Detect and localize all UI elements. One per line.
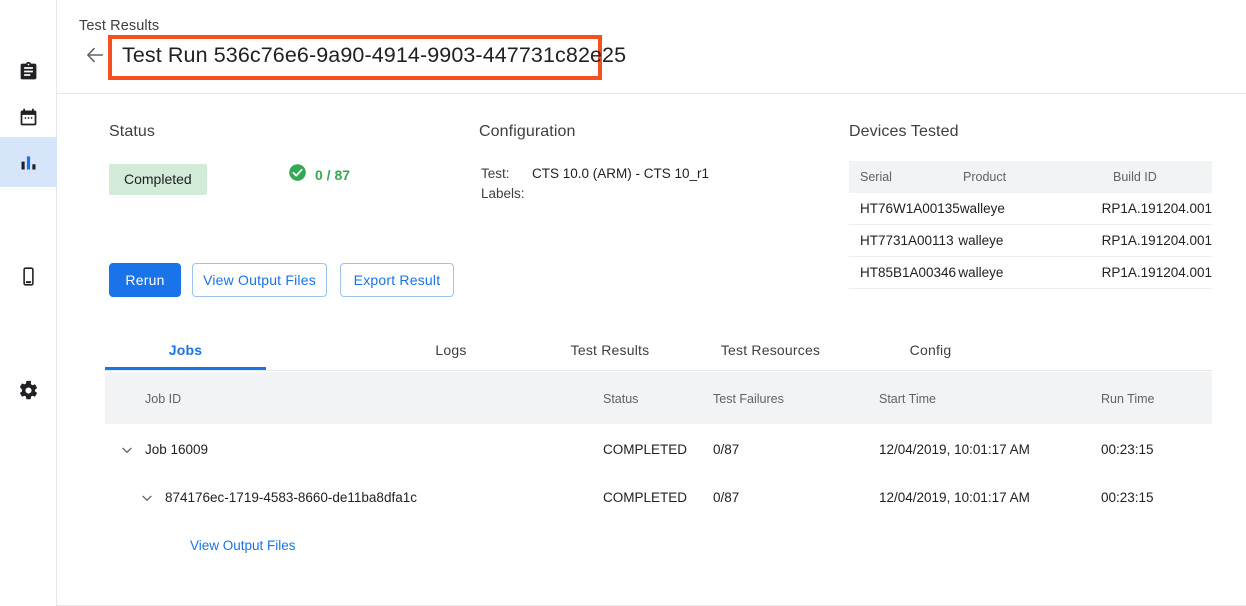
device-product: walleye xyxy=(958,265,1101,280)
pass-count: 0 / 87 xyxy=(315,167,350,183)
table-row: HT7731A00113 walleye RP1A.191204.001 xyxy=(849,225,1212,257)
job-run-time: 00:23:15 xyxy=(1101,490,1154,505)
device-product: walleye xyxy=(960,201,1102,216)
device-product: walleye xyxy=(958,233,1101,248)
device-icon xyxy=(18,266,39,287)
gear-icon xyxy=(18,380,39,401)
table-row: HT76W1A00135 walleye RP1A.191204.001 xyxy=(849,193,1212,225)
pass-indicator: 0 / 87 xyxy=(288,163,350,187)
sidebar-item-test-runs[interactable] xyxy=(0,46,57,96)
jobs-col-status: Status xyxy=(603,392,638,406)
devices-table: Serial Product Build ID HT76W1A00135 wal… xyxy=(849,161,1212,289)
back-button[interactable] xyxy=(83,45,107,69)
status-badge: Completed xyxy=(109,164,207,195)
export-result-button[interactable]: Export Result xyxy=(340,263,454,297)
tab-test-resources[interactable]: Test Resources xyxy=(690,329,851,370)
bar-chart-icon xyxy=(18,152,39,173)
tab-bar: Jobs Logs Test Results Test Resources Co… xyxy=(105,329,1212,371)
sidebar-item-settings[interactable] xyxy=(0,365,57,415)
chevron-down-icon[interactable] xyxy=(117,440,137,460)
devices-col-build-id: Build ID xyxy=(1113,170,1212,184)
config-test-label: Test: xyxy=(481,166,510,181)
jobs-table-header: Job ID Status Test Failures Start Time R… xyxy=(105,372,1212,424)
view-output-files-button[interactable]: View Output Files xyxy=(192,263,327,297)
jobs-col-test-failures: Test Failures xyxy=(713,392,784,406)
devices-section-title: Devices Tested xyxy=(849,123,959,141)
header-divider xyxy=(57,93,1246,94)
page-title: Test Run 536c76e6-9a90-4914-9903-447731c… xyxy=(122,43,626,68)
tab-jobs[interactable]: Jobs xyxy=(105,329,266,370)
tab-test-results[interactable]: Test Results xyxy=(530,329,690,370)
view-output-files-link[interactable]: View Output Files xyxy=(190,538,296,553)
job-id: 874176ec-1719-4583-8660-de11ba8dfa1c xyxy=(165,490,417,505)
clipboard-icon xyxy=(18,61,39,82)
job-status: COMPLETED xyxy=(603,442,687,457)
table-row[interactable]: Job 16009 COMPLETED 0/87 12/04/2019, 10:… xyxy=(105,426,1212,474)
devices-col-product: Product xyxy=(963,170,1113,184)
configuration-section-title: Configuration xyxy=(479,123,575,141)
device-serial: HT85B1A00346 xyxy=(849,265,958,280)
tab-config[interactable]: Config xyxy=(851,329,1010,370)
job-test-failures: 0/87 xyxy=(713,442,739,457)
device-build-id: RP1A.191204.001 xyxy=(1102,201,1212,216)
job-run-time: 00:23:15 xyxy=(1101,442,1154,457)
device-build-id: RP1A.191204.001 xyxy=(1102,233,1212,248)
jobs-col-run-time: Run Time xyxy=(1101,392,1155,406)
config-test-value: CTS 10.0 (ARM) - CTS 10_r1 xyxy=(532,166,709,181)
device-serial: HT76W1A00135 xyxy=(849,201,960,216)
table-row[interactable]: 874176ec-1719-4583-8660-de11ba8dfa1c COM… xyxy=(105,474,1212,522)
job-start-time: 12/04/2019, 10:01:17 AM xyxy=(879,442,1030,457)
job-test-failures: 0/87 xyxy=(713,490,739,505)
tab-logs[interactable]: Logs xyxy=(371,329,531,370)
rerun-button[interactable]: Rerun xyxy=(109,263,181,297)
calendar-icon xyxy=(18,107,39,128)
device-serial: HT7731A00113 xyxy=(849,233,958,248)
arrow-left-icon xyxy=(84,44,106,71)
devices-table-header: Serial Product Build ID xyxy=(849,161,1212,193)
device-build-id: RP1A.191204.001 xyxy=(1102,265,1212,280)
chevron-down-icon[interactable] xyxy=(137,488,157,508)
job-start-time: 12/04/2019, 10:01:17 AM xyxy=(879,490,1030,505)
job-status: COMPLETED xyxy=(603,490,687,505)
jobs-col-job-id: Job ID xyxy=(145,392,181,406)
job-id: Job 16009 xyxy=(145,442,208,457)
jobs-col-start-time: Start Time xyxy=(879,392,936,406)
sidebar-item-results[interactable] xyxy=(0,137,57,187)
devices-col-serial: Serial xyxy=(849,170,963,184)
check-circle-icon xyxy=(288,163,307,187)
table-row: HT85B1A00346 walleye RP1A.191204.001 xyxy=(849,257,1212,289)
status-section-title: Status xyxy=(109,123,155,141)
sidebar-item-devices[interactable] xyxy=(0,251,57,301)
test-run-detail-page: Test Results Test Run 536c76e6-9a90-4914… xyxy=(0,0,1246,606)
breadcrumb[interactable]: Test Results xyxy=(79,18,159,34)
sidebar-item-schedules[interactable] xyxy=(0,92,57,142)
config-labels-label: Labels: xyxy=(481,186,525,201)
sidebar xyxy=(0,0,57,606)
